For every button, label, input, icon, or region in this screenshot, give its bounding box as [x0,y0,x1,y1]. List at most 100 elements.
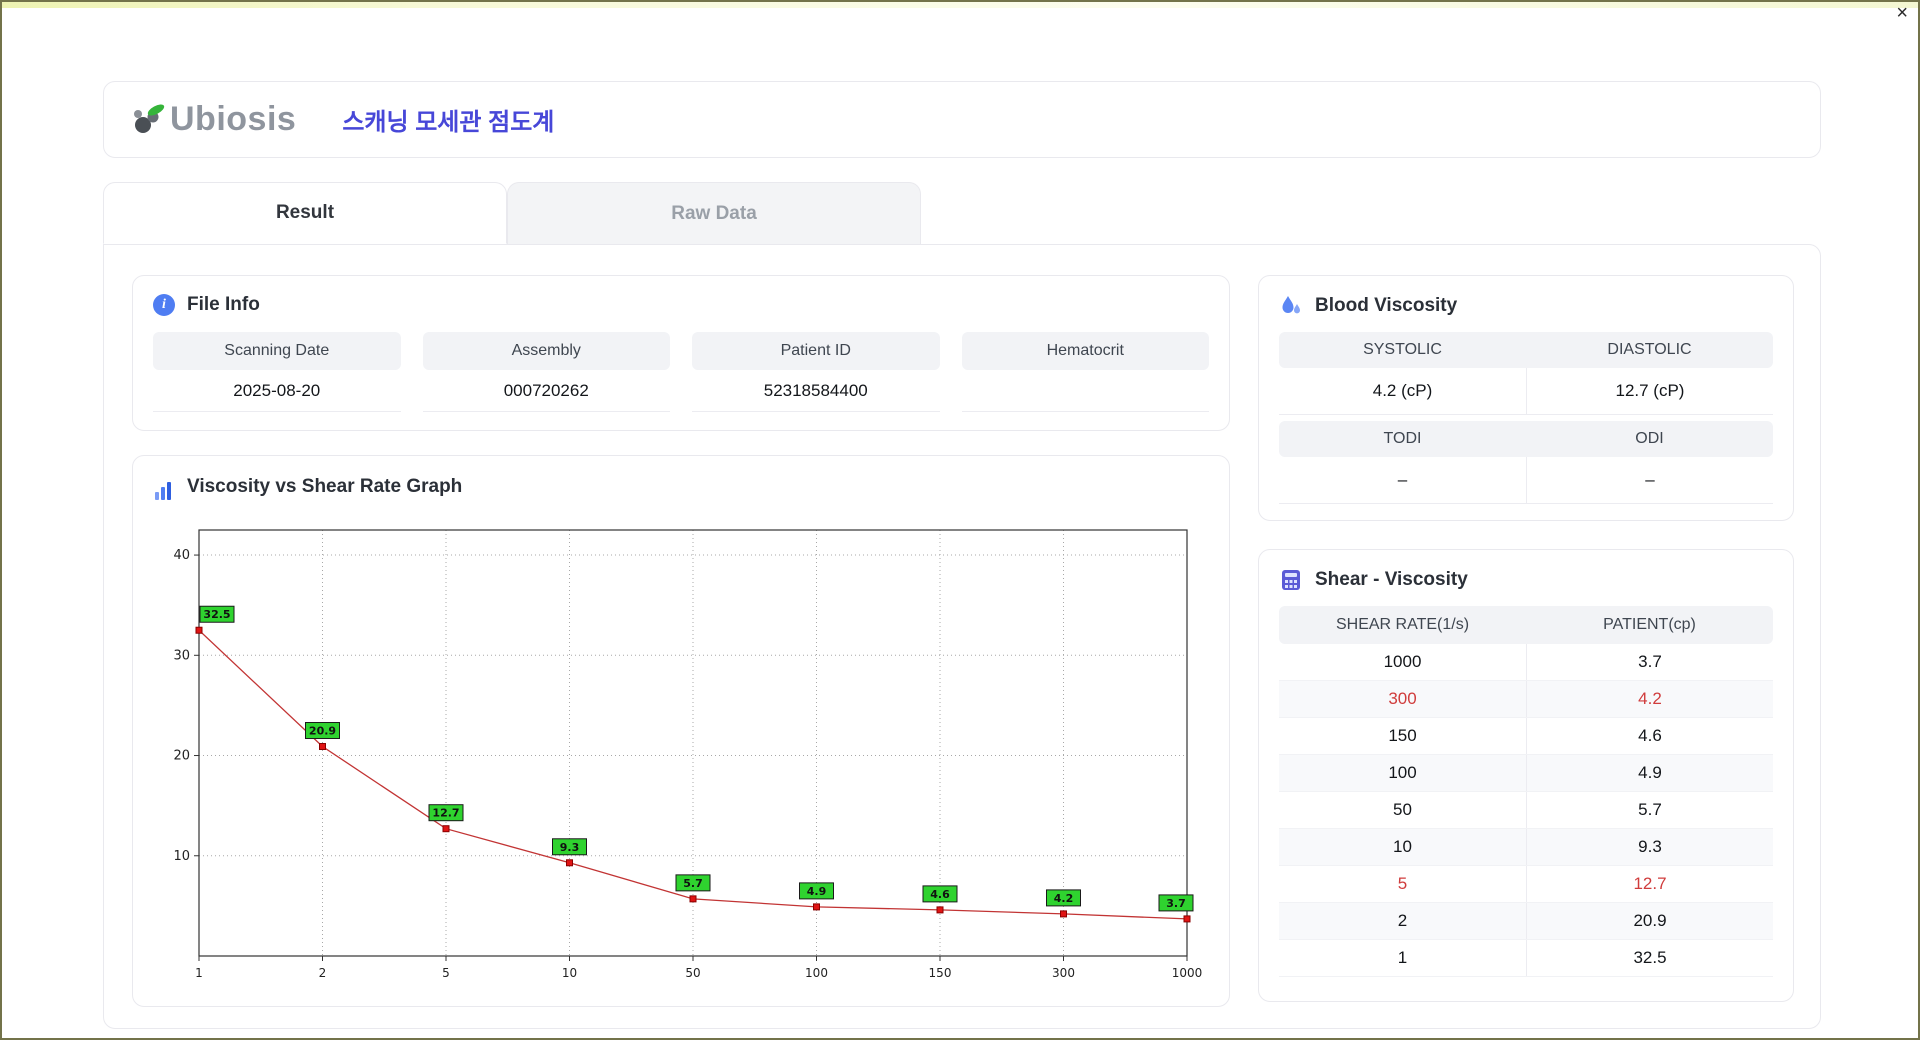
svg-text:4.9: 4.9 [807,885,827,898]
svg-text:150: 150 [929,966,952,980]
table-row: 5 12.7 [1279,866,1773,903]
bv-label-row: SYSTOLIC DIASTOLIC [1279,332,1773,368]
systolic-value: 4.2 (cP) [1372,381,1433,400]
blood-viscosity-table: SYSTOLIC DIASTOLIC 4.2 (cP) 12.7 (cP) TO… [1279,332,1773,504]
shear-rate-value: 300 [1388,689,1417,708]
blood-viscosity-card: Blood Viscosity SYSTOLIC DIASTOLIC 4.2 (… [1258,275,1794,521]
svg-text:32.5: 32.5 [203,608,230,621]
field-label: Assembly [422,332,670,370]
shear-table-header: SHEAR RATE(1/s) PATIENT(cp) [1279,606,1773,644]
patient-column-header: PATIENT(cp) [1603,616,1696,633]
svg-text:5: 5 [442,966,450,980]
page-title: 스캐닝 모세관 점도계 [342,109,555,136]
blood-viscosity-header: Blood Viscosity [1279,294,1773,318]
field-hematocrit: Hematocrit [961,332,1209,412]
patient-viscosity-value: 4.2 [1526,681,1773,717]
svg-text:4.2: 4.2 [1054,892,1074,905]
ubiosis-logo-icon [134,103,165,133]
graph-title: Viscosity vs Shear Rate Graph [187,476,463,497]
patient-viscosity-value: 4.6 [1526,718,1773,754]
svg-text:300: 300 [1052,966,1075,980]
svg-text:10: 10 [173,849,190,864]
svg-text:4.6: 4.6 [930,888,950,901]
logo: Ubiosis [130,100,296,139]
shear-viscosity-header: Shear - Viscosity [1279,568,1773,592]
patient-viscosity-value: 4.9 [1526,755,1773,791]
svg-text:5.7: 5.7 [683,877,703,890]
table-row: 150 4.6 [1279,718,1773,755]
field-value: 52318584400 [692,370,940,412]
table-row: 50 5.7 [1279,792,1773,829]
field-assembly: Assembly 000720262 [422,332,670,412]
file-info-fields: Scanning Date 2025-08-20 Assembly 000720… [153,332,1209,412]
field-label: Hematocrit [961,332,1209,370]
info-icon: i [153,294,175,316]
svg-text:40: 40 [173,548,190,563]
svg-text:30: 30 [173,648,190,663]
shear-rate-value: 2 [1397,911,1408,930]
bv-value-row: 4.2 (cP) 12.7 (cP) [1279,368,1773,415]
field-value [961,370,1209,412]
file-info-title: File Info [187,294,260,315]
field-value: 2025-08-20 [153,370,401,412]
patient-viscosity-value: 5.7 [1526,792,1773,828]
left-column: i File Info Scanning Date 2025-08-20 Ass… [132,275,1230,1007]
odi-label: ODI [1635,430,1664,447]
patient-viscosity-value: 12.7 [1526,866,1773,902]
shear-rate-column-header: SHEAR RATE(1/s) [1335,616,1470,633]
blood-viscosity-title: Blood Viscosity [1315,295,1458,316]
svg-text:9.3: 9.3 [560,841,580,854]
shear-rate-value: 1000 [1383,652,1422,671]
graph-header: Viscosity vs Shear Rate Graph [153,472,1209,502]
field-value: 000720262 [422,370,670,412]
field-patient-id: Patient ID 52318584400 [692,332,940,412]
file-info-card: i File Info Scanning Date 2025-08-20 Ass… [132,275,1230,431]
tab-bar: Result Raw Data [103,182,1821,244]
viscosity-shear-chart: 10 20 30 40 1 2 5 10 50 100 150 300 1000 32.5 20.9 12.7… [173,529,1203,980]
bar-chart-icon [155,482,171,500]
svg-text:12.7: 12.7 [432,807,459,820]
diastolic-label: DIASTOLIC [1607,341,1692,358]
table-row: 1 32.5 [1279,940,1773,977]
table-row: 2 20.9 [1279,903,1773,940]
shear-viscosity-card: Shear - Viscosity SHEAR RATE(1/s) PATIEN… [1258,549,1794,1002]
svg-text:50: 50 [685,966,700,980]
patient-viscosity-value: 9.3 [1526,829,1773,865]
right-column: Blood Viscosity SYSTOLIC DIASTOLIC 4.2 (… [1258,275,1794,1002]
patient-viscosity-value: 20.9 [1526,903,1773,939]
svg-text:1: 1 [195,966,203,980]
todi-label: TODI [1383,430,1422,447]
shear-rate-value: 150 [1388,726,1417,745]
svg-text:20.9: 20.9 [309,725,336,738]
droplets-icon [1282,296,1300,314]
svg-text:1000: 1000 [1172,966,1203,980]
tab-result[interactable]: Result [103,182,507,244]
main-container: Ubiosis 스캐닝 모세관 점도계 Result Raw Data i Fi… [103,81,1821,1029]
shear-rate-value: 1 [1397,948,1408,967]
shear-rate-value: 50 [1393,800,1412,819]
svg-text:100: 100 [805,966,828,980]
shear-rate-value: 5 [1397,874,1408,893]
viscosity-graph-card: Viscosity vs Shear Rate Graph 10 20 30 40 1 2… [132,455,1230,1007]
bv-value-row: – – [1279,457,1773,504]
shear-viscosity-title: Shear - Viscosity [1315,569,1468,590]
field-label: Scanning Date [153,332,401,370]
svg-text:2: 2 [319,966,327,980]
patient-viscosity-value: 32.5 [1526,940,1773,976]
app-header: Ubiosis 스캐닝 모세관 점도계 [103,81,1821,158]
field-label: Patient ID [692,332,940,370]
calculator-icon [1282,570,1300,590]
patient-viscosity-value: 3.7 [1526,644,1773,680]
logo-text: Ubiosis [170,100,297,138]
svg-text:20: 20 [173,749,190,764]
svg-text:3.7: 3.7 [1166,897,1186,910]
systolic-label: SYSTOLIC [1363,341,1442,358]
result-panel: i File Info Scanning Date 2025-08-20 Ass… [103,244,1821,1029]
file-info-header: i File Info [153,294,1209,316]
close-icon[interactable]: × [1896,2,1908,24]
window-top-strip [0,0,1920,8]
odi-value: – [1526,457,1773,503]
tab-raw-data[interactable]: Raw Data [507,182,921,244]
shear-rate-value: 100 [1388,763,1417,782]
table-row: 10 9.3 [1279,829,1773,866]
